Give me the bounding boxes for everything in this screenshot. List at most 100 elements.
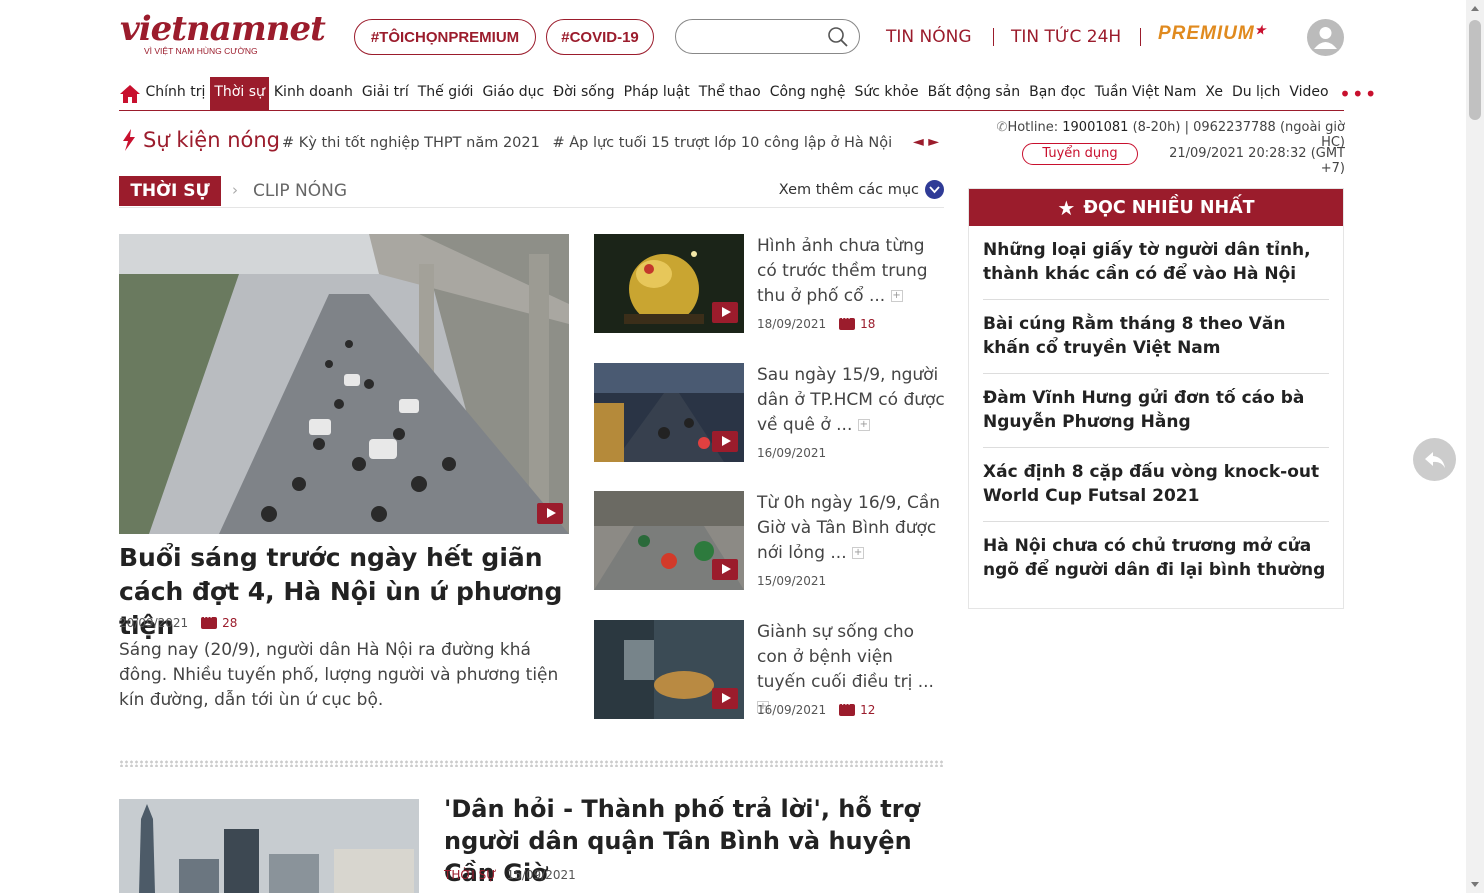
section-tag[interactable]: THỜI SỰ	[119, 176, 221, 206]
article-category[interactable]: THỜI SỰ	[444, 868, 497, 882]
comment-icon	[839, 700, 856, 716]
nav-item[interactable]: Sức khỏe	[850, 77, 923, 111]
side-article-meta: 16/09/2021	[757, 446, 826, 460]
hot-event-item[interactable]: # Kỳ thi tốt nghiệp THPT năm 2021	[282, 135, 540, 151]
current-datetime: 21/09/2021 20:28:32 (GMT +7)	[1169, 146, 1345, 176]
side-article-meta: 18/09/2021 18	[757, 314, 875, 331]
side-article: Hình ảnh chưa từng có trước thềm trung t…	[594, 234, 946, 334]
article-date: 15/09/2021	[506, 868, 576, 882]
star-icon: ★	[1057, 195, 1076, 220]
expand-icon[interactable]: +	[857, 419, 870, 431]
nav-item[interactable]: Thế giới	[413, 77, 478, 111]
logo-text: vietnamnet	[120, 9, 326, 49]
user-icon	[1314, 27, 1337, 49]
side-article-title[interactable]: Từ 0h ngày 16/9, Cần Giờ và Tân Bình đượ…	[757, 491, 947, 566]
expand-icon[interactable]: +	[890, 290, 903, 302]
most-read-item[interactable]: Đàm Vĩnh Hưng gửi đơn tố cáo bà Nguyễn P…	[983, 374, 1329, 448]
star-icon: ★	[1254, 23, 1267, 37]
comment-count[interactable]: 12	[860, 703, 875, 717]
expand-icon[interactable]: +	[852, 547, 865, 559]
side-article-image[interactable]	[594, 620, 744, 719]
hotline-label: Hotline:	[1007, 120, 1063, 135]
most-read-title: ĐỌC NHIỀU NHẤT	[1083, 197, 1255, 218]
user-avatar[interactable]	[1307, 19, 1344, 56]
play-icon[interactable]	[712, 431, 738, 452]
most-read-item[interactable]: Xác định 8 cặp đấu vòng knock-out World …	[983, 448, 1329, 522]
lead-article-image[interactable]	[119, 234, 569, 534]
subsection-clip-link[interactable]: CLIP NÓNG	[253, 181, 347, 201]
most-read-header: ★ ĐỌC NHIỀU NHẤT	[969, 189, 1343, 226]
most-read-item[interactable]: Những loại giấy tờ người dân tỉnh, thành…	[983, 226, 1329, 300]
nav-item[interactable]: Bất động sản	[923, 77, 1025, 111]
nav-item[interactable]: Chính trị	[141, 77, 210, 111]
play-icon[interactable]	[712, 688, 738, 709]
nav-item[interactable]: Video	[1285, 77, 1333, 111]
side-article-meta: 16/09/2021 12	[757, 700, 875, 717]
home-icon[interactable]	[119, 77, 141, 111]
side-article-title[interactable]: Sau ngày 15/9, người dân ở TP.HCM có đượ…	[757, 363, 947, 438]
hot-event-item[interactable]: # Áp lực tuổi 15 trượt lớp 10 công lập ở…	[552, 135, 892, 151]
search-box	[675, 19, 860, 54]
comment-icon	[201, 613, 218, 629]
side-article-title[interactable]: Hình ảnh chưa từng có trước thềm trung t…	[757, 234, 947, 309]
divider	[1140, 28, 1141, 46]
comment-count[interactable]: 28	[222, 616, 237, 630]
lead-article-summary: Sáng nay (20/9), người dân Hà Nội ra đườ…	[119, 640, 559, 710]
side-article-image[interactable]	[594, 363, 744, 462]
scroll-thumb[interactable]	[1469, 20, 1481, 120]
nav-item[interactable]: Du lịch	[1227, 77, 1284, 111]
recruitment-button[interactable]: Tuyển dụng	[1022, 143, 1138, 165]
article-date: 20/09/2021	[119, 616, 189, 630]
scroll-down-icon[interactable]	[1471, 882, 1479, 887]
nav-item[interactable]: Công nghệ	[765, 77, 850, 111]
nav-item[interactable]: Giáo dục	[478, 77, 549, 111]
nav-item[interactable]: Giải trí	[357, 77, 413, 111]
logo-tagline: VÌ VIỆT NAM HÙNG CƯỜNG	[144, 46, 258, 56]
most-read-item[interactable]: Hà Nội chưa có chủ trương mở cửa ngõ để …	[983, 522, 1329, 595]
comment-count[interactable]: 18	[860, 317, 875, 331]
nav-item[interactable]: Bạn đọc	[1025, 77, 1091, 111]
article-image[interactable]	[119, 799, 419, 893]
side-article-image[interactable]	[594, 491, 744, 590]
chevron-down-icon[interactable]	[925, 180, 944, 199]
site-logo[interactable]: vietnamnet VÌ VIỆT NAM HÙNG CƯỜNG	[120, 9, 326, 66]
scroll-up-icon[interactable]	[1471, 6, 1479, 11]
scrollbar[interactable]	[1466, 0, 1484, 893]
side-article-image[interactable]	[594, 234, 744, 333]
more-menu-button[interactable]: •••	[1339, 84, 1377, 104]
back-button[interactable]	[1413, 438, 1456, 481]
nav-item[interactable]: Xe	[1201, 77, 1228, 111]
nav-item[interactable]: Pháp luật	[619, 77, 694, 111]
nav-item[interactable]: Kinh doanh	[269, 77, 357, 111]
divider	[993, 28, 994, 46]
chevron-right-icon: ›	[232, 181, 238, 199]
play-icon[interactable]	[712, 302, 738, 323]
ticker-arrows[interactable]: ◄ ►	[913, 134, 939, 150]
lightning-icon	[123, 129, 135, 151]
main-nav: Chính trị Thời sự Kinh doanh Giải trí Thế gi…	[119, 76, 1377, 111]
premium-label: PREMIUM	[1158, 23, 1255, 44]
nav-item[interactable]: Thể thao	[694, 77, 765, 111]
premium-hashtag-button[interactable]: #TÔICHỌNPREMIUM	[354, 19, 536, 55]
hot-events-label: Sự kiện nóng	[143, 128, 281, 152]
see-more-categories[interactable]: Xem thêm các mục	[779, 182, 919, 198]
play-icon[interactable]	[712, 559, 738, 580]
article-date: 16/09/2021	[757, 446, 827, 460]
most-read-item[interactable]: Bài cúng Rằm tháng 8 theo Văn khấn cổ tr…	[983, 300, 1329, 374]
article-date: 18/09/2021	[757, 317, 827, 331]
nav-item[interactable]: Tuần Việt Nam	[1090, 77, 1201, 111]
hot-news-link[interactable]: TIN NÓNG	[886, 27, 972, 47]
search-icon[interactable]	[827, 26, 849, 48]
premium-link[interactable]: PREMIUM★	[1158, 23, 1267, 45]
side-article: Sau ngày 15/9, người dân ở TP.HCM có đượ…	[594, 363, 946, 463]
nav-item[interactable]: Thời sự	[209, 76, 270, 111]
lead-article-meta: 20/09/2021 28	[119, 613, 237, 630]
play-icon[interactable]	[537, 503, 563, 524]
hotline-number: 19001081	[1062, 120, 1129, 135]
covid-hashtag-button[interactable]: #COVID-19	[546, 19, 654, 55]
search-input[interactable]	[688, 20, 838, 53]
side-article: Giành sự sống cho con ở bệnh viện tuyến …	[594, 620, 946, 720]
nav-item[interactable]: Đời sống	[549, 77, 619, 111]
news-24h-link[interactable]: TIN TỨC 24H	[1011, 27, 1121, 47]
side-article-meta: 15/09/2021	[757, 574, 826, 588]
